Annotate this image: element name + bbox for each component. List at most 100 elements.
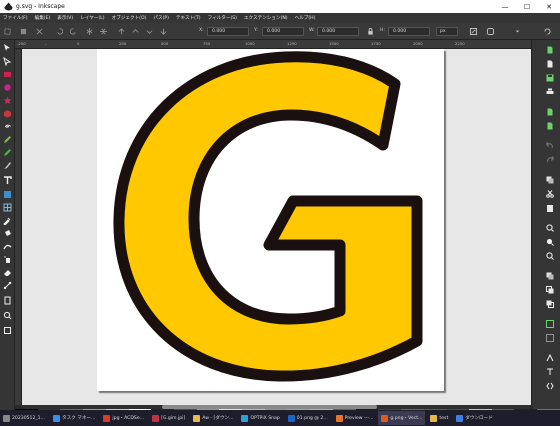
menu-view[interactable]: 表示(V) [57, 15, 73, 21]
zoom-page-icon[interactable] [546, 252, 554, 260]
paint-bucket-tool-icon[interactable] [3, 229, 12, 238]
lower-icon[interactable] [146, 28, 153, 35]
canvas[interactable] [22, 49, 531, 405]
rotate-ccw-icon[interactable] [56, 28, 63, 35]
chevron-down-icon[interactable] [514, 28, 521, 35]
taskbar-item[interactable]: g.png・Vect... [378, 411, 426, 425]
star-tool-icon[interactable] [3, 96, 12, 105]
print-icon[interactable] [546, 88, 554, 96]
node-tool-icon[interactable] [3, 57, 12, 66]
taskbar-item[interactable]: jpg・ACDSe... [100, 411, 147, 425]
taskbar-item[interactable]: OPTPiX Snap [238, 411, 282, 425]
pages-tool-icon[interactable] [3, 326, 12, 335]
selector-tool-icon[interactable] [3, 43, 12, 52]
pen-tool-icon[interactable] [3, 148, 12, 157]
w-label: W: [309, 28, 315, 33]
cut-icon[interactable] [546, 190, 554, 198]
open-document-icon[interactable] [546, 60, 554, 68]
lower-to-bottom-icon[interactable] [160, 28, 167, 35]
raise-to-top-icon[interactable] [118, 28, 125, 35]
undo-icon[interactable] [546, 142, 554, 150]
select-all-icon[interactable] [4, 28, 11, 35]
taskbar-item[interactable]: test [427, 411, 451, 425]
mesh-tool-icon[interactable] [3, 203, 12, 212]
export-icon[interactable] [546, 122, 554, 130]
menu-layer[interactable]: レイヤー(L) [80, 15, 104, 21]
rotate-cw-icon[interactable] [70, 28, 77, 35]
measure-tool-icon[interactable] [3, 296, 12, 305]
ungroup-icon[interactable] [546, 334, 554, 342]
toolbox [0, 40, 15, 410]
rectangle-tool-icon[interactable] [3, 70, 12, 79]
dropper-tool-icon[interactable] [3, 216, 12, 225]
taskbar-item[interactable]: ダウンロード [453, 411, 496, 425]
app-icon [456, 414, 464, 422]
unit-value: px [440, 29, 446, 34]
raise-icon[interactable] [132, 28, 139, 35]
new-document-icon[interactable] [546, 46, 554, 54]
x-field[interactable]: 0.000 [207, 27, 249, 36]
pencil-tool-icon[interactable] [3, 135, 12, 144]
minimize-button[interactable]: — [494, 0, 516, 13]
taskbar-item[interactable]: Preview ---... [333, 411, 377, 425]
menu-file[interactable]: ファイル(F) [3, 15, 28, 21]
flip-horizontal-icon[interactable] [86, 28, 93, 35]
taskbar-item[interactable]: タスク マネー... [50, 411, 98, 425]
menu-help[interactable]: ヘルプ(H) [295, 15, 316, 21]
taskbar-item[interactable]: Aw - [ダウン... [190, 411, 236, 425]
app-icon [193, 414, 201, 422]
menu-path[interactable]: パス(P) [153, 15, 169, 21]
lock-icon[interactable] [367, 28, 374, 35]
paste-icon[interactable] [546, 204, 554, 212]
flip-vertical-icon[interactable] [100, 28, 107, 35]
y-field[interactable]: 0.000 [262, 27, 304, 36]
maximize-button[interactable]: ☐ [516, 0, 538, 13]
deselect-icon[interactable] [36, 28, 43, 35]
taskbar-item[interactable]: 01.png @ 2... [285, 411, 331, 425]
spiral-tool-icon[interactable] [3, 122, 12, 131]
close-button[interactable]: ✕ [538, 0, 560, 13]
menu-object[interactable]: オブジェクト(O) [112, 15, 147, 21]
duplicate-icon[interactable] [546, 272, 554, 280]
glyph-g-artwork[interactable] [97, 49, 444, 391]
xml-editor-icon[interactable] [546, 382, 554, 390]
connector-tool-icon[interactable] [3, 281, 12, 290]
w-field[interactable]: 0.000 [317, 27, 359, 36]
spray-tool-icon[interactable] [3, 255, 12, 264]
calligraphy-tool-icon[interactable] [3, 161, 12, 170]
taskbar-item[interactable]: [G.gim.jpi] [149, 411, 188, 425]
zoom-tool-icon[interactable] [3, 311, 12, 320]
scale-radius-icon[interactable] [487, 28, 494, 35]
select-same-icon[interactable] [20, 28, 27, 35]
gradient-tool-icon[interactable] [3, 190, 12, 199]
tweak-tool-icon[interactable] [3, 242, 12, 251]
menu-extensions[interactable]: エクステンション(N) [244, 15, 288, 21]
taskbar-item-label: Preview ---... [344, 415, 374, 421]
menu-text[interactable]: テキスト(T) [176, 15, 201, 21]
ellipse-tool-icon[interactable] [3, 83, 12, 92]
text-font-icon[interactable] [546, 368, 554, 376]
clone-icon[interactable] [546, 286, 554, 294]
menu-bar: ファイル(F) 編集(E) 表示(V) レイヤー(L) オブジェクト(O) パス… [0, 13, 560, 23]
import-icon[interactable] [546, 108, 554, 116]
menu-filters[interactable]: フィルター(S) [208, 15, 237, 21]
copy-icon[interactable] [546, 176, 554, 184]
h-field[interactable]: 0.000 [388, 27, 430, 36]
text-tool-icon[interactable] [3, 176, 12, 185]
taskbar-item[interactable]: 20230512_1... [0, 411, 48, 425]
ruler-tick: 500 [161, 41, 169, 46]
redo-icon[interactable] [546, 156, 554, 164]
scale-stroke-icon[interactable] [470, 28, 477, 35]
snap-toggle-icon[interactable] [544, 28, 551, 35]
unlink-clone-icon[interactable] [546, 300, 554, 308]
eraser-tool-icon[interactable] [3, 268, 12, 277]
unit-select[interactable]: px [436, 27, 458, 36]
zoom-drawing-icon[interactable] [546, 238, 554, 246]
taskbar-item-label: jpg・ACDSe... [112, 416, 145, 421]
save-icon[interactable] [546, 74, 554, 82]
fill-stroke-icon[interactable] [546, 354, 554, 362]
menu-edit[interactable]: 編集(E) [35, 15, 51, 21]
group-icon[interactable] [546, 320, 554, 328]
zoom-selection-icon[interactable] [546, 224, 554, 232]
3d-box-tool-icon[interactable] [3, 109, 12, 118]
